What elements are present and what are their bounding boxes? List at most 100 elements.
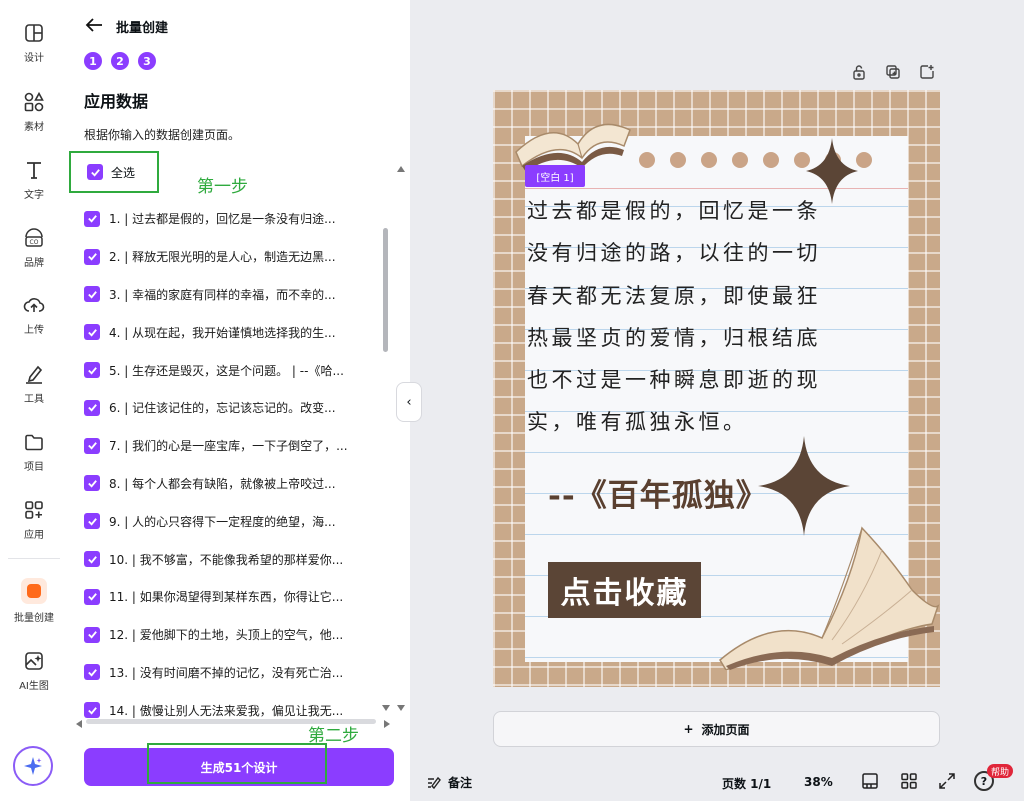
hole xyxy=(670,152,686,168)
add-page-label: 添加页面 xyxy=(701,722,750,737)
checkbox-checked-icon xyxy=(87,164,103,180)
back-arrow-icon[interactable] xyxy=(84,16,104,34)
upload-cloud-icon xyxy=(23,298,45,312)
data-row[interactable]: 10. | 我不够富，不能像我希望的那样爱你... xyxy=(84,540,374,578)
notes-pen-icon xyxy=(428,776,441,789)
data-row[interactable]: 12. | 爱他脚下的土地，头顶上的空气，他... xyxy=(84,616,374,654)
add-page-icon[interactable] xyxy=(919,64,935,80)
page-view-icon[interactable] xyxy=(861,772,879,790)
checkbox-checked-icon[interactable] xyxy=(84,475,100,492)
rail-item-design[interactable]: 设计 xyxy=(0,20,68,80)
scroll-down-arrow-icon[interactable] xyxy=(382,705,390,711)
annotation-highlight-box xyxy=(147,743,327,784)
checkbox-checked-icon[interactable] xyxy=(84,588,100,605)
step-2[interactable]: 2 xyxy=(111,52,129,70)
step-1[interactable]: 1 xyxy=(84,52,102,70)
select-all-checkbox[interactable]: 全选 xyxy=(69,151,159,193)
plus-icon: + xyxy=(683,722,694,736)
rail-label: 品牌 xyxy=(24,258,44,269)
text-icon xyxy=(27,162,41,179)
data-row-text: 5. | 生存还是毁灭，这是个问题。 | --《哈... xyxy=(109,363,344,378)
data-row-text: 4. | 从现在起，我开始谨慎地选择我的生... xyxy=(109,325,336,340)
data-row[interactable]: 4. | 从现在起，我开始谨慎地选择我的生... xyxy=(84,313,374,351)
add-page-button[interactable]: + 添加页面 xyxy=(493,711,940,747)
panel-title: 批量创建 xyxy=(116,21,169,36)
data-row-text: 11. | 如果你渴望得到某样东西，你得让它... xyxy=(109,590,344,605)
hole xyxy=(763,152,779,168)
poem-text[interactable]: 过去都是假的，回忆是一条 没有归途的路，以往的一切 春天都无法复原，即使最狂 热… xyxy=(527,190,887,444)
apps-icon xyxy=(25,501,43,519)
data-row[interactable]: 8. | 每个人都会有缺陷，就像被上帝咬过... xyxy=(84,465,374,503)
checkbox-checked-icon[interactable] xyxy=(84,286,100,303)
pen-tool-icon xyxy=(26,365,43,384)
data-row[interactable]: 9. | 人的心只容得下一定程度的绝望，海... xyxy=(84,502,374,540)
rail-label: 上传 xyxy=(24,325,44,336)
checkbox-checked-icon[interactable] xyxy=(84,210,100,227)
favorite-label-box[interactable]: 点击收藏 xyxy=(548,562,701,618)
checkbox-checked-icon[interactable] xyxy=(84,399,100,416)
checkbox-checked-icon[interactable] xyxy=(84,324,100,341)
data-row-text: 12. | 爱他脚下的土地，头顶上的空气，他... xyxy=(109,628,344,643)
step-3[interactable]: 3 xyxy=(138,52,156,70)
data-row-text: 7. | 我们的心是一座宝库，一下子倒空了，... xyxy=(109,439,348,454)
checkbox-checked-icon[interactable] xyxy=(84,437,100,454)
checkbox-checked-icon[interactable] xyxy=(84,626,100,643)
rail-item-brand[interactable]: CO 品牌 xyxy=(0,225,68,285)
page-counter[interactable]: 页数 1/1 xyxy=(722,775,771,792)
data-row[interactable]: 3. | 幸福的家庭有同样的幸福，而不幸的... xyxy=(84,276,374,314)
rail-item-projects[interactable]: 项目 xyxy=(0,429,68,489)
help-badge: 帮助 xyxy=(987,764,1014,778)
elements-icon xyxy=(24,91,44,112)
magic-assistant-button[interactable] xyxy=(13,746,53,786)
data-row-text: 3. | 幸福的家庭有同样的幸福，而不幸的... xyxy=(109,287,336,302)
checkbox-checked-icon[interactable] xyxy=(84,664,100,681)
data-row[interactable]: 5. | 生存还是毁灭，这是个问题。 | --《哈... xyxy=(84,351,374,389)
rail-item-elements[interactable]: 素材 xyxy=(0,89,68,149)
scroll-down-arrow-icon[interactable] xyxy=(397,705,405,711)
data-row-list: 1. | 过去都是假的，回忆是一条没有归途... 2. | 释放无限光明的是人心… xyxy=(84,200,374,720)
rail-item-upload[interactable]: 上传 xyxy=(0,292,68,352)
rail-item-apps[interactable]: 应用 xyxy=(0,497,68,557)
open-book-bottom-icon xyxy=(719,526,940,670)
select-all-label: 全选 xyxy=(111,165,136,180)
question-mark-icon: ? xyxy=(980,774,988,788)
data-row[interactable]: 2. | 释放无限光明的是人心，制造无边黑... xyxy=(84,238,374,276)
data-row[interactable]: 1. | 过去都是假的，回忆是一条没有归途... xyxy=(84,200,374,238)
poem-line: 热最坚贞的爱情，归根结底 xyxy=(527,325,821,350)
collapse-panel-button[interactable]: ‹ xyxy=(396,382,422,422)
hole xyxy=(732,152,748,168)
rail-label: 素材 xyxy=(24,122,44,133)
poem-line: 过去都是假的，回忆是一条 xyxy=(527,199,821,223)
data-row-text: 8. | 每个人都会有缺陷，就像被上帝咬过... xyxy=(109,476,336,491)
scroll-left-arrow-icon[interactable] xyxy=(76,720,82,728)
lock-icon[interactable] xyxy=(851,64,867,80)
rail-label: 设计 xyxy=(24,53,44,64)
grid-view-icon[interactable] xyxy=(900,772,918,790)
checkbox-checked-icon[interactable] xyxy=(84,702,100,719)
notes-button[interactable]: 备注 xyxy=(426,774,472,791)
data-row[interactable]: 7. | 我们的心是一座宝库，一下子倒空了，... xyxy=(84,427,374,465)
zoom-level[interactable]: 38% xyxy=(804,775,833,789)
vertical-scrollbar-thumb[interactable] xyxy=(383,228,388,352)
placeholder-tag[interactable]: [空白 1] xyxy=(525,165,585,187)
rail-label: 批量创建 xyxy=(14,613,54,624)
book-source-text[interactable]: --《百年孤独》 xyxy=(548,470,768,515)
checkbox-checked-icon[interactable] xyxy=(84,513,100,530)
checkbox-checked-icon[interactable] xyxy=(84,362,100,379)
data-row[interactable]: 13. | 没有时间磨不掉的记忆，没有死亡治... xyxy=(84,654,374,692)
data-row[interactable]: 11. | 如果你渴望得到某样东西，你得让它... xyxy=(84,578,374,616)
checkbox-checked-icon[interactable] xyxy=(84,248,100,265)
rail-item-bulk-create[interactable]: 批量创建 xyxy=(0,578,68,638)
rail-label: AI生图 xyxy=(19,681,49,692)
duplicate-icon[interactable] xyxy=(885,64,901,80)
data-row[interactable]: 14. | 傲慢让别人无法来爱我，偏见让我无... xyxy=(84,691,374,720)
rail-item-ai-image[interactable]: AI生图 xyxy=(0,648,68,708)
scroll-up-arrow-icon[interactable] xyxy=(397,166,405,172)
data-row[interactable]: 6. | 记住该记住的，忘记该忘记的。改变... xyxy=(84,389,374,427)
rail-item-tools[interactable]: 工具 xyxy=(0,361,68,421)
fullscreen-icon[interactable] xyxy=(938,772,956,790)
checkbox-checked-icon[interactable] xyxy=(84,551,100,568)
poem-line: 没有归途的路，以往的一切 xyxy=(527,241,821,266)
rail-item-text[interactable]: 文字 xyxy=(0,157,68,217)
scroll-right-arrow-icon[interactable] xyxy=(384,720,390,728)
